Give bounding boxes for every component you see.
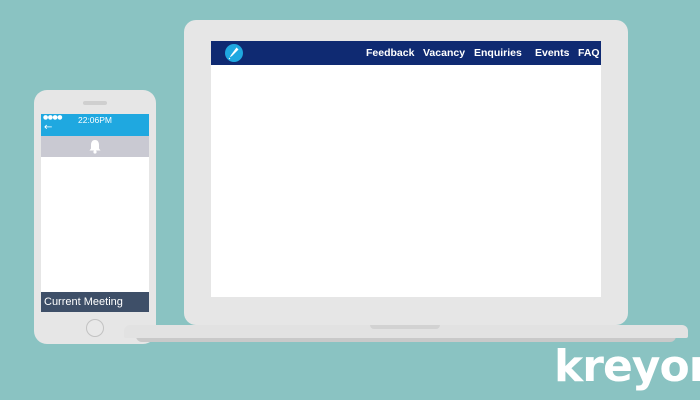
- site-navbar: Feedback Vacancy Enquiries Events FAQ: [211, 41, 601, 65]
- laptop-notch: [370, 325, 440, 329]
- nav-feedback-link[interactable]: Feedback: [366, 41, 414, 65]
- phone-status-bar: ●●●● 22:06PM ←: [41, 114, 149, 136]
- brand-logo: kreyon: [554, 341, 700, 392]
- phone-device: ●●●● 22:06PM ← Current Meeting: [34, 90, 156, 344]
- nav-vacancy-link[interactable]: Vacancy: [423, 41, 465, 65]
- phone-speaker: [83, 101, 107, 105]
- phone-screen: ●●●● 22:06PM ← Current Meeting: [41, 114, 149, 312]
- back-arrow-icon[interactable]: ←: [44, 123, 52, 133]
- nav-events-link[interactable]: Events: [535, 41, 569, 65]
- bell-icon[interactable]: [88, 139, 102, 154]
- phone-header-bar: [41, 136, 149, 157]
- pen-logo-icon[interactable]: [225, 44, 243, 62]
- nav-enquiries-link[interactable]: Enquiries: [474, 41, 522, 65]
- home-button[interactable]: [86, 319, 104, 337]
- nav-faq-link[interactable]: FAQ: [578, 41, 600, 65]
- laptop-screen: Feedback Vacancy Enquiries Events FAQ: [211, 41, 601, 297]
- laptop-device: Feedback Vacancy Enquiries Events FAQ: [184, 20, 628, 325]
- phone-clock: 22:06PM: [77, 115, 113, 125]
- current-meeting-bar[interactable]: Current Meeting: [41, 292, 149, 312]
- current-meeting-label: Current Meeting: [44, 296, 123, 308]
